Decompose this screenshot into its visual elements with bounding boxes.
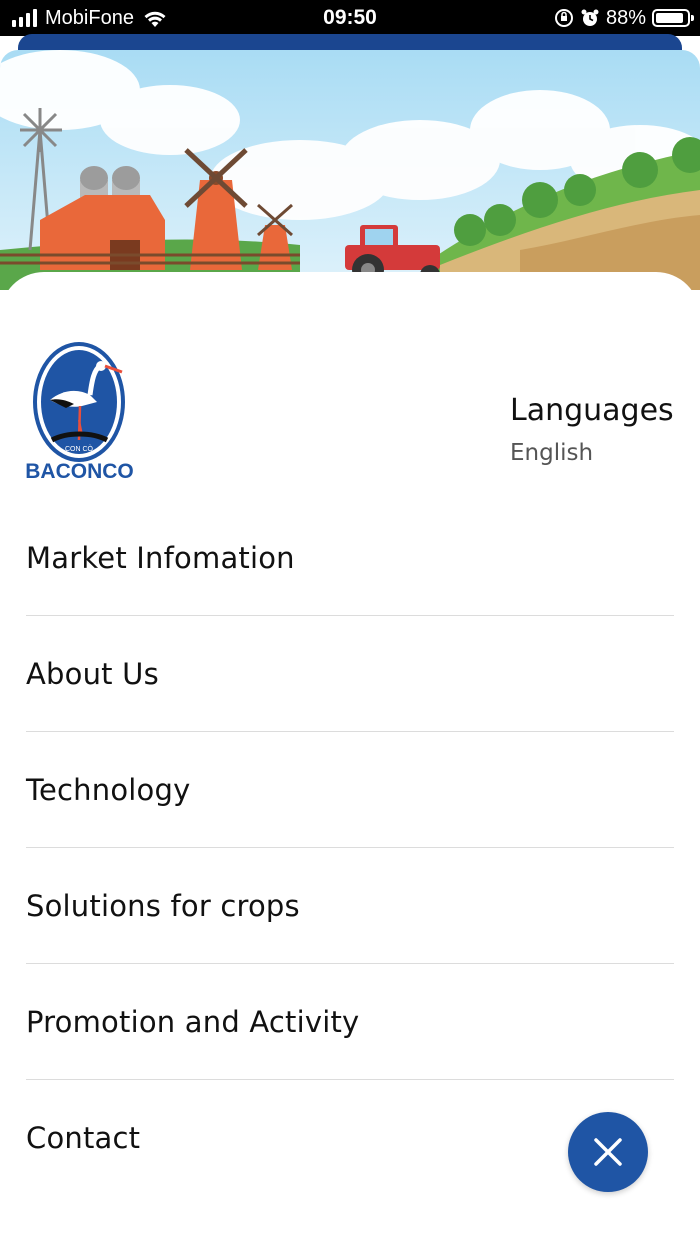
logo-tagline: CON CÒ <box>65 446 93 453</box>
close-menu-button[interactable] <box>568 1112 648 1192</box>
menu-item-promotion-and-activity[interactable]: Promotion and Activity <box>26 964 674 1080</box>
close-icon <box>594 1138 622 1166</box>
battery-icon <box>652 9 694 27</box>
menu-item-solutions-for-crops[interactable]: Solutions for crops <box>26 848 674 964</box>
languages-title: Languages <box>510 393 674 428</box>
current-language[interactable]: English <box>510 438 674 468</box>
battery-percentage: 88% <box>605 7 646 29</box>
menu-item-technology[interactable]: Technology <box>26 732 674 848</box>
language-selector[interactable]: Languages English <box>510 392 674 468</box>
farm-banner-image <box>0 50 700 290</box>
baconco-logo: CON CÒ BACONCO <box>22 340 137 490</box>
menu-item-about-us[interactable]: About Us <box>26 616 674 732</box>
status-bar: MobiFone 09:50 88% <box>0 0 700 36</box>
main-menu: Market Infomation About Us Technology So… <box>26 500 674 1196</box>
logo-text: BACONCO <box>25 460 134 483</box>
alarm-icon <box>581 9 599 26</box>
menu-item-market-information[interactable]: Market Infomation <box>26 500 674 616</box>
orientation-lock-icon <box>554 9 573 27</box>
